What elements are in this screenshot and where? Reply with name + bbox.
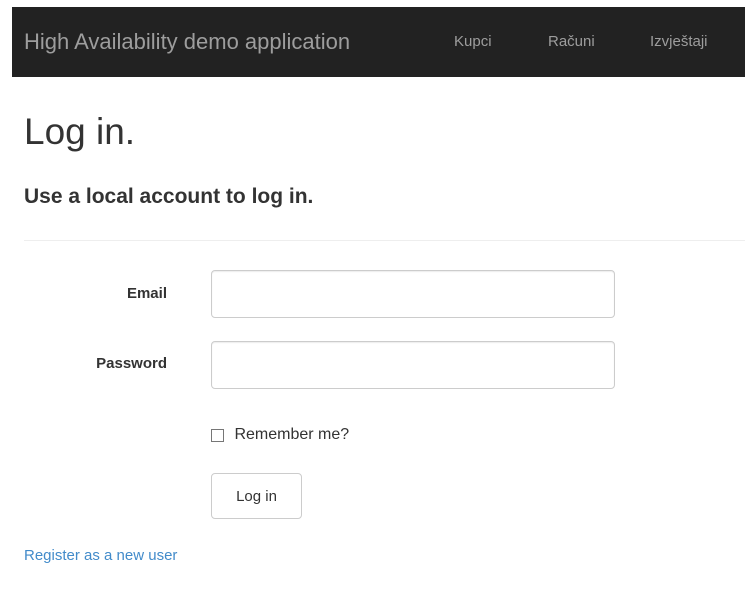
remember-me-row[interactable]: Remember me? (211, 426, 349, 446)
email-field[interactable] (211, 270, 615, 318)
login-button[interactable]: Log in (211, 473, 302, 519)
top-navbar: High Availability demo application Kupci… (12, 7, 745, 77)
remember-me-checkbox[interactable] (211, 428, 224, 442)
nav-item-kupci[interactable]: Kupci (454, 7, 492, 77)
password-label: Password (96, 355, 167, 372)
page-title: Log in. (24, 111, 136, 152)
navbar-brand[interactable]: High Availability demo application (24, 7, 350, 77)
register-link[interactable]: Register as a new user (24, 546, 177, 566)
remember-me-label[interactable]: Remember me? (234, 426, 349, 444)
nav-item-izvjestaji[interactable]: Izvještaji (650, 7, 708, 77)
password-field[interactable] (211, 341, 615, 389)
divider (24, 240, 745, 241)
page-subtitle: Use a local account to log in. (24, 185, 314, 208)
nav-item-racuni[interactable]: Računi (548, 7, 595, 77)
email-label: Email (126, 285, 167, 302)
